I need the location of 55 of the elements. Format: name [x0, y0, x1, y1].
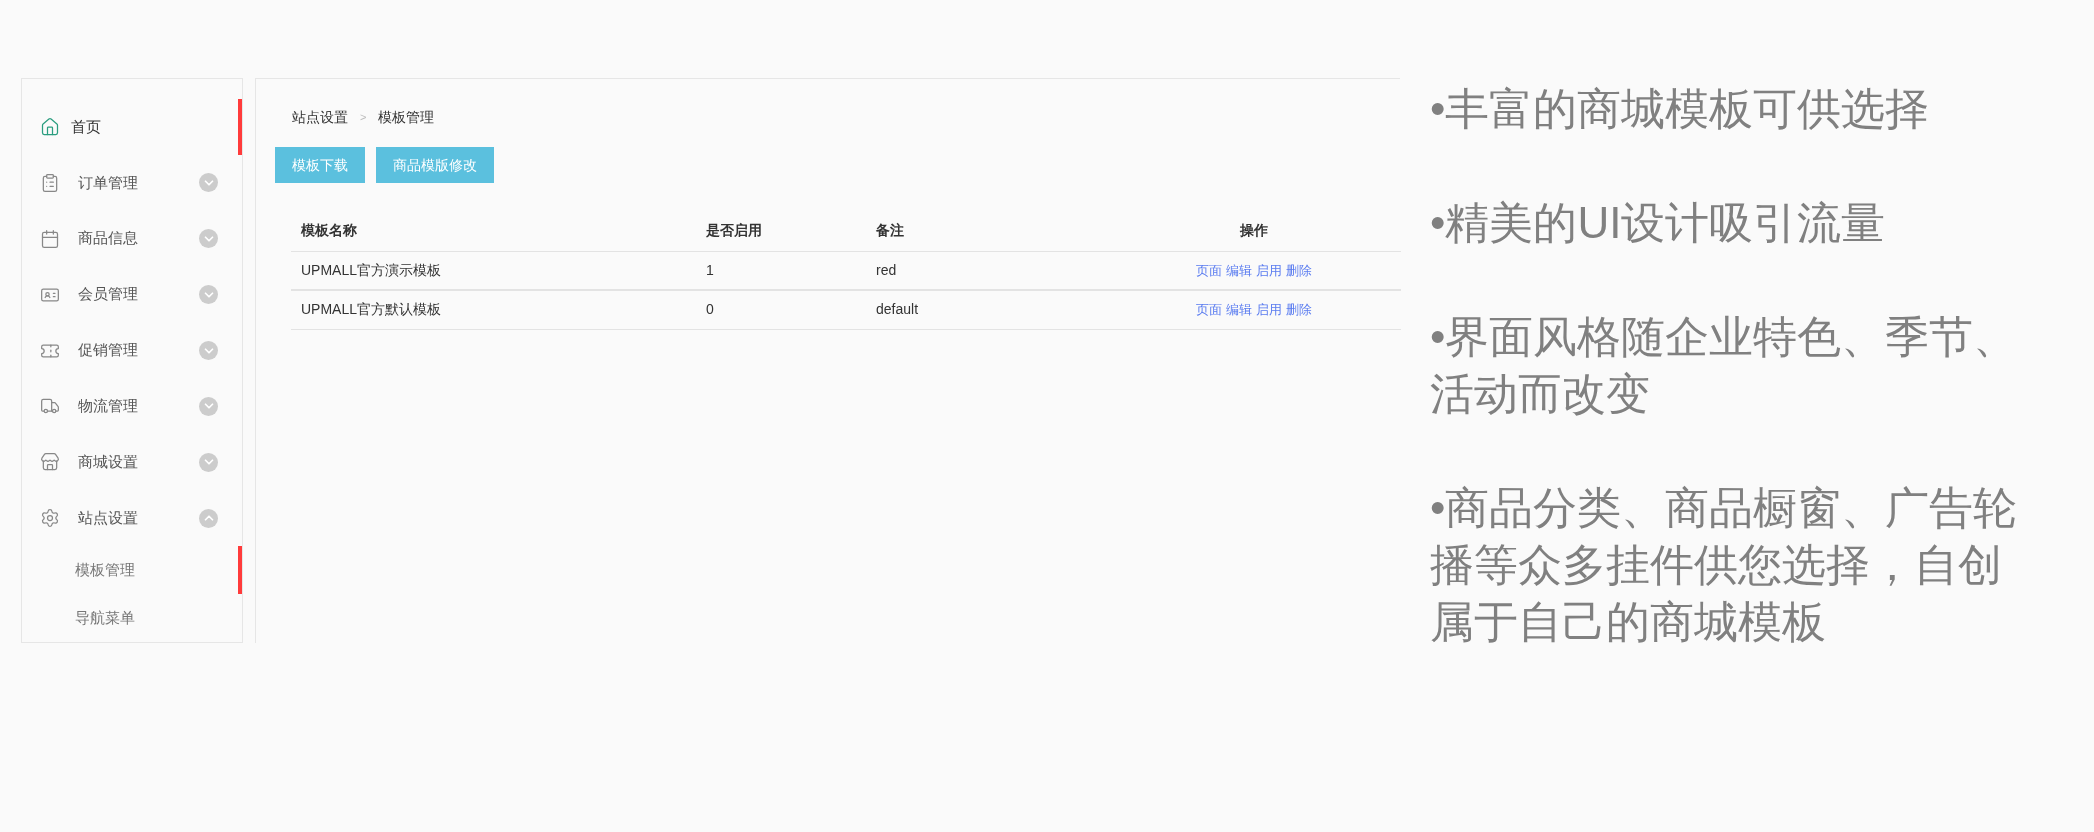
expand-icon[interactable]	[199, 173, 218, 193]
table-cell: 1	[696, 251, 866, 290]
feature-text: •商品分类、商品橱窗、广告轮播等众多挂件供您选择，自创属于自己的商城模板	[1430, 482, 2019, 648]
breadcrumb-current: 模板管理	[378, 108, 435, 127]
sidebar-item[interactable]: 站点设置	[22, 490, 242, 547]
sidebar-item[interactable]: 物流管理	[22, 378, 242, 435]
sidebar-label: 商品信息	[78, 228, 138, 249]
sidebar-item[interactable]: 首页	[22, 99, 242, 155]
table-cell: UPMALL官方演示模板	[291, 251, 696, 290]
action-link[interactable]: 页面	[1195, 260, 1222, 281]
sidebar-label: 促销管理	[78, 340, 138, 361]
home-icon	[40, 116, 60, 137]
submenu-item[interactable]: 导航菜单	[22, 594, 242, 642]
action-link[interactable]: 删除	[1285, 300, 1312, 320]
column-header: 是否启用	[696, 211, 866, 251]
submenu-item[interactable]: 模板管理	[22, 546, 242, 595]
breadcrumb-separator: >	[360, 110, 367, 126]
table-cell: UPMALL官方默认模板	[291, 290, 696, 329]
expand-icon[interactable]	[199, 229, 218, 249]
table-cell: red	[866, 251, 1106, 290]
collapse-icon[interactable]	[199, 508, 218, 528]
column-header: 备注	[866, 211, 1106, 251]
expand-icon[interactable]	[199, 396, 218, 416]
action-link[interactable]: 启用	[1255, 260, 1282, 281]
action-link[interactable]: 页面	[1195, 300, 1222, 320]
action-link[interactable]: 删除	[1285, 260, 1312, 281]
action-link[interactable]: 启用	[1255, 300, 1282, 320]
column-header: 操作	[1106, 211, 1401, 251]
calendar-icon	[40, 228, 60, 249]
sidebar-label: 首页	[71, 116, 101, 137]
expand-icon[interactable]	[199, 285, 218, 305]
clipboard-icon	[40, 172, 60, 193]
sidebar-item[interactable]: 会员管理	[22, 266, 242, 323]
breadcrumb-link[interactable]: 站点设置	[292, 107, 348, 128]
expand-icon[interactable]	[199, 341, 218, 360]
feature-text: •丰富的商城模板可供选择	[1430, 83, 1931, 135]
sidebar-label: 会员管理	[78, 284, 138, 305]
action-link[interactable]: 编辑	[1225, 260, 1252, 281]
sidebar-item[interactable]: 促销管理	[22, 322, 242, 379]
table-cell: default	[866, 290, 1106, 329]
store-icon	[40, 452, 60, 473]
table-cell: 0	[696, 290, 866, 329]
sidebar-label: 订单管理	[78, 172, 138, 193]
action-link[interactable]: 编辑	[1225, 300, 1252, 320]
sidebar-label: 站点设置	[78, 507, 138, 528]
column-header: 模板名称	[291, 211, 696, 251]
sidebar-item[interactable]: 商城设置	[22, 434, 242, 491]
sidebar-item[interactable]: 订单管理	[22, 154, 242, 211]
expand-icon[interactable]	[199, 452, 218, 472]
feature-text: •界面风格随企业特色、季节、活动而改变	[1430, 311, 2019, 420]
sidebar-label: 商城设置	[78, 452, 138, 473]
sidebar-item[interactable]: 商品信息	[22, 210, 242, 267]
feature-text: •精美的UI设计吸引流量	[1430, 197, 1887, 249]
sidebar-label: 物流管理	[78, 396, 138, 417]
settings-icon	[40, 508, 60, 529]
